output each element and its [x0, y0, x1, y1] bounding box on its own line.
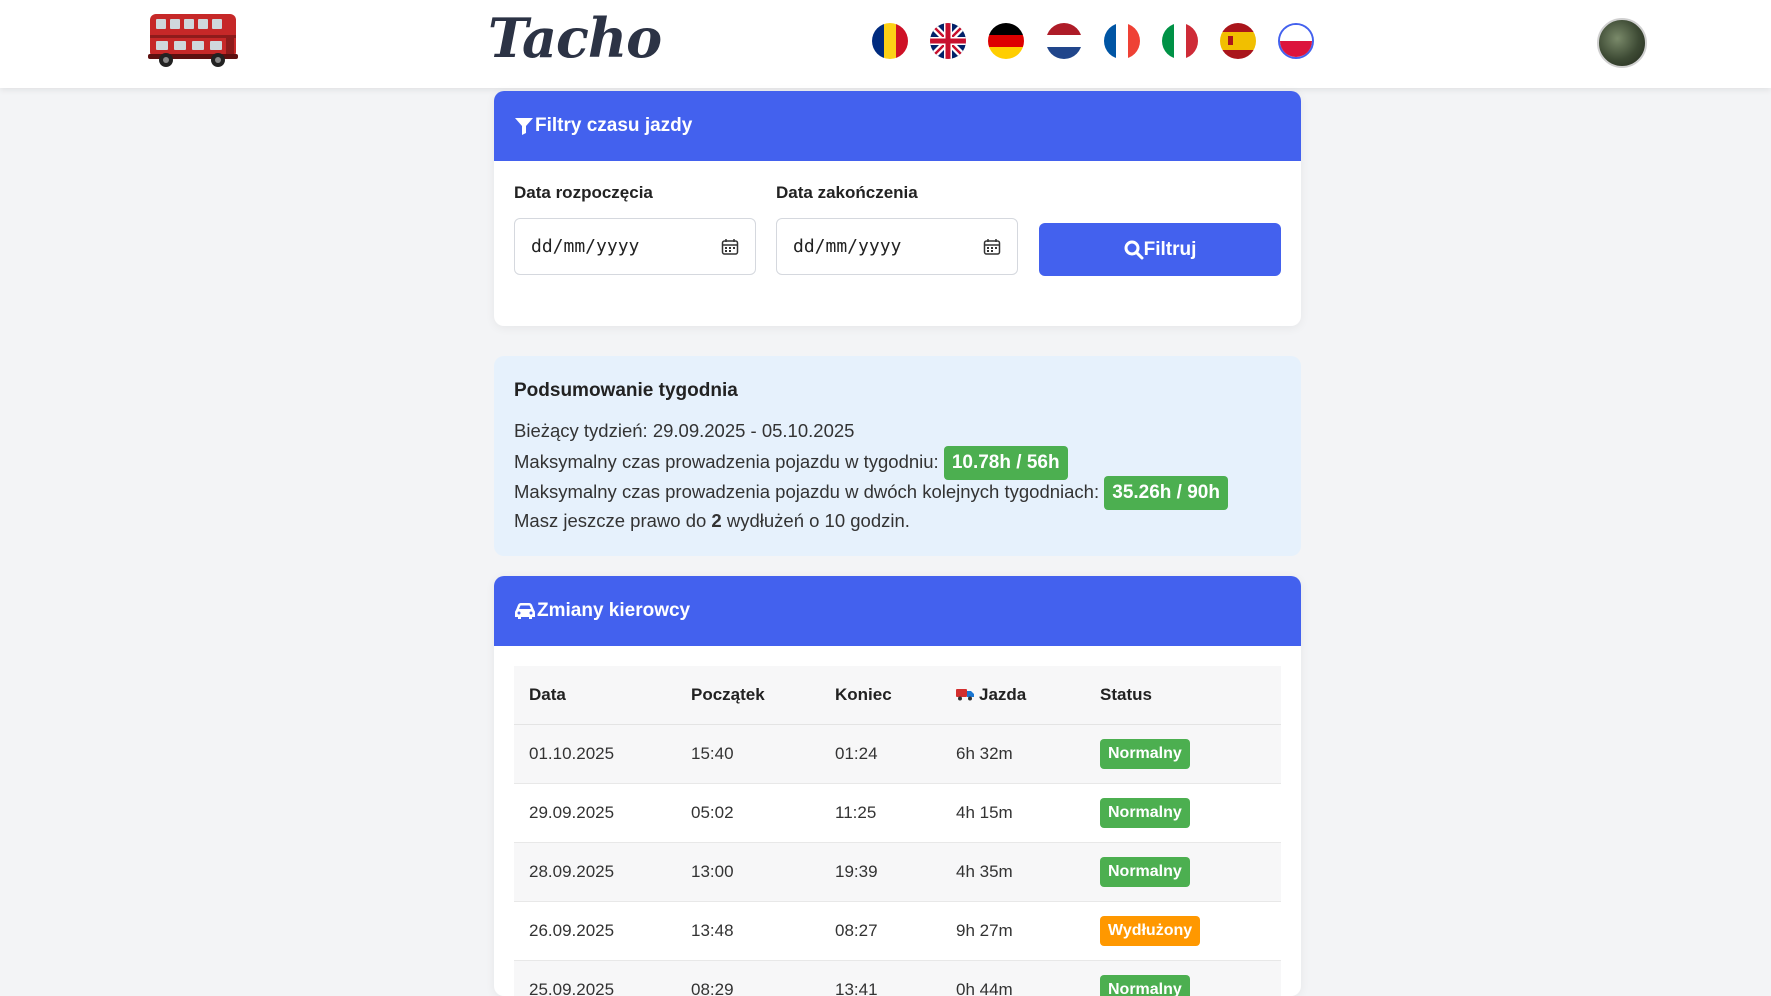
shifts-card-header: Zmiany kierowcy — [494, 576, 1301, 646]
shift-status-cell: Normalny — [1085, 961, 1281, 996]
brand-title[interactable]: Tacho — [488, 6, 661, 70]
search-icon — [1124, 240, 1144, 260]
biweekly-limit-line: Maksymalny czas prowadzenia pojazdu w dw… — [514, 476, 1281, 506]
column-header-label: Jazda — [979, 685, 1026, 704]
biweekly-hours-badge: 35.26h / 90h — [1104, 476, 1228, 510]
shift-date-cell: 26.09.2025 — [514, 902, 676, 961]
calendar-icon[interactable] — [721, 238, 739, 256]
weekly-limit-line: Maksymalny czas prowadzenia pojazdu w ty… — [514, 446, 1281, 476]
extensions-line: Masz jeszcze prawo do 2 wydłużeń o 10 go… — [514, 506, 1281, 536]
column-header[interactable]: Data — [514, 666, 676, 725]
weekly-hours-badge: 10.78h / 56h — [944, 446, 1068, 480]
end-date-label: Data zakończenia — [776, 183, 918, 203]
truck-icon — [956, 687, 974, 701]
summary-title: Podsumowanie tygodnia — [514, 380, 1281, 402]
shift-driving-cell: 6h 32m — [941, 725, 1085, 784]
weekly-limit-label: Maksymalny czas prowadzenia pojazdu w ty… — [514, 451, 939, 472]
navbar: Tacho — [0, 0, 1771, 88]
filters-title: Filtry czasu jazdy — [535, 115, 692, 137]
status-badge: Normalny — [1100, 975, 1190, 996]
column-header[interactable]: Początek — [676, 666, 820, 725]
shift-driving-cell: 0h 44m — [941, 961, 1085, 996]
shift-status-cell: Wydłużony — [1085, 902, 1281, 961]
shift-end-cell: 01:24 — [820, 725, 941, 784]
shifts-card: Zmiany kierowcy Data Początek Koniec Jaz… — [494, 576, 1301, 996]
shift-driving-cell: 4h 15m — [941, 784, 1085, 843]
shift-date-cell: 25.09.2025 — [514, 961, 676, 996]
shift-driving-cell: 9h 27m — [941, 902, 1085, 961]
end-date-input[interactable]: dd/mm/yyyy — [776, 218, 1018, 275]
shifts-table-body: 01.10.202515:4001:246h 32mNormalny29.09.… — [514, 725, 1281, 996]
filter-button-label: Filtruj — [1144, 239, 1197, 261]
extensions-count: 2 — [711, 510, 721, 531]
flag-nl-icon[interactable] — [1046, 23, 1082, 59]
flag-it-icon[interactable] — [1162, 23, 1198, 59]
shift-status-cell: Normalny — [1085, 725, 1281, 784]
calendar-icon[interactable] — [983, 238, 1001, 256]
shift-status-cell: Normalny — [1085, 843, 1281, 902]
shift-date-cell: 29.09.2025 — [514, 784, 676, 843]
table-row[interactable]: 01.10.202515:4001:246h 32m Normalny — [514, 725, 1281, 784]
shifts-table: Data Początek Koniec Jazda Status 01.10.… — [514, 666, 1281, 996]
weekly-summary: Podsumowanie tygodnia Bieżący tydzień: 2… — [494, 356, 1301, 556]
table-row[interactable]: 28.09.202513:0019:394h 35m Normalny — [514, 843, 1281, 902]
language-flags — [872, 23, 1314, 59]
shift-start-cell: 05:02 — [676, 784, 820, 843]
status-badge: Wydłużony — [1100, 916, 1200, 946]
shift-end-cell: 19:39 — [820, 843, 941, 902]
table-row[interactable]: 26.09.202513:4808:279h 27m Wydłużony — [514, 902, 1281, 961]
flag-de-icon[interactable] — [988, 23, 1024, 59]
table-row[interactable]: 25.09.202508:2913:410h 44m Normalny — [514, 961, 1281, 996]
shift-status-cell: Normalny — [1085, 784, 1281, 843]
flag-pl-icon[interactable] — [1278, 23, 1314, 59]
column-header[interactable]: Koniec — [820, 666, 941, 725]
shift-date-cell: 28.09.2025 — [514, 843, 676, 902]
flag-ro-icon[interactable] — [872, 23, 908, 59]
shift-end-cell: 11:25 — [820, 784, 941, 843]
filters-card-header: Filtry czasu jazdy — [494, 91, 1301, 161]
start-date-label: Data rozpoczęcia — [514, 183, 653, 203]
filter-icon — [514, 116, 534, 136]
shift-date-cell: 01.10.2025 — [514, 725, 676, 784]
current-week-line: Bieżący tydzień: 29.09.2025 - 05.10.2025 — [514, 416, 1281, 446]
start-date-input[interactable]: dd/mm/yyyy — [514, 218, 756, 275]
shifts-title: Zmiany kierowcy — [537, 600, 690, 622]
table-row[interactable]: 29.09.202505:0211:254h 15m Normalny — [514, 784, 1281, 843]
bus-logo-icon[interactable] — [146, 8, 242, 70]
shift-end-cell: 13:41 — [820, 961, 941, 996]
column-header[interactable]: Jazda — [941, 666, 1085, 725]
shift-start-cell: 08:29 — [676, 961, 820, 996]
shift-start-cell: 15:40 — [676, 725, 820, 784]
table-header-row: Data Początek Koniec Jazda Status — [514, 666, 1281, 725]
biweekly-limit-label: Maksymalny czas prowadzenia pojazdu w dw… — [514, 481, 1099, 502]
start-date-value: dd/mm/yyyy — [531, 236, 639, 257]
car-icon — [514, 601, 536, 621]
column-header[interactable]: Status — [1085, 666, 1281, 725]
shift-start-cell: 13:00 — [676, 843, 820, 902]
status-badge: Normalny — [1100, 739, 1190, 769]
shift-end-cell: 08:27 — [820, 902, 941, 961]
end-date-value: dd/mm/yyyy — [793, 236, 901, 257]
shift-driving-cell: 4h 35m — [941, 843, 1085, 902]
status-badge: Normalny — [1100, 857, 1190, 887]
filters-card: Filtry czasu jazdy Data rozpoczęcia Data… — [494, 91, 1301, 326]
shift-start-cell: 13:48 — [676, 902, 820, 961]
status-badge: Normalny — [1100, 798, 1190, 828]
flag-fr-icon[interactable] — [1104, 23, 1140, 59]
filter-button[interactable]: Filtruj — [1039, 223, 1281, 276]
extensions-suffix: wydłużeń o 10 godzin. — [727, 510, 910, 531]
flag-gb-icon[interactable] — [930, 23, 966, 59]
user-avatar[interactable] — [1597, 18, 1647, 68]
flag-es-icon[interactable] — [1220, 23, 1256, 59]
shifts-table-wrap: Data Początek Koniec Jazda Status 01.10.… — [494, 646, 1301, 996]
extensions-prefix: Masz jeszcze prawo do — [514, 510, 706, 531]
